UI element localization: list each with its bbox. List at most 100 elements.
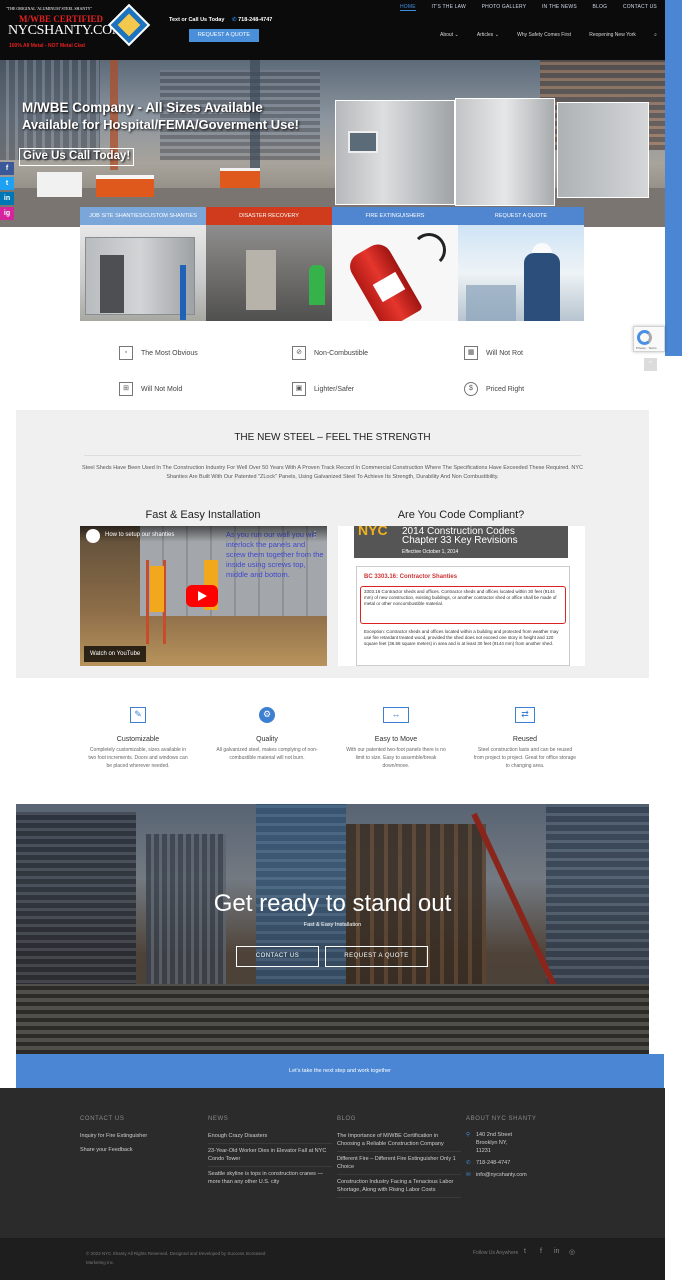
linkedin-icon[interactable]: in: [0, 192, 14, 205]
email-icon: ✉: [466, 1172, 471, 1178]
watch-on-youtube[interactable]: Watch on YouTube: [84, 646, 147, 662]
call-label: Text or Call Us Today: [169, 17, 225, 23]
twitter-icon[interactable]: t: [0, 177, 14, 190]
blog-link[interactable]: The Importance of M/WBE Certification in…: [337, 1129, 461, 1152]
service-tile-extinguishers[interactable]: FIRE EXTINGUISHERS: [332, 207, 458, 321]
news-link[interactable]: Enough Crazy Disasters: [208, 1129, 332, 1144]
news-link[interactable]: 23-Year-Old Worker Dies in Elevator Fall…: [208, 1144, 332, 1167]
more-icon[interactable]: ⋮: [311, 530, 319, 539]
nav-home[interactable]: HOME: [400, 4, 416, 11]
chevron-up-icon[interactable]: ⌃: [644, 358, 657, 371]
logo-tagline: "THE ORIGINAL 'ALUMINUM' STEEL SHANTY": [6, 6, 93, 11]
blog-link[interactable]: Construction Industry Facing a Tenacious…: [337, 1175, 461, 1198]
feature-label: Will Not Rot: [486, 349, 523, 357]
instagram-icon[interactable]: ◎: [569, 1248, 575, 1256]
nav-in-the-news[interactable]: IN THE NEWS: [542, 4, 577, 11]
feature-text: With our patented two-foot panels there …: [346, 747, 446, 769]
feature-title: Customizable: [116, 736, 160, 743]
dollar-icon: $: [464, 382, 478, 396]
page: "THE ORIGINAL 'ALUMINUM' STEEL SHANTY" M…: [0, 0, 682, 1280]
nav-contact-us[interactable]: CONTACT US: [623, 4, 657, 11]
top-nav: HOME IT'S THE LAW PHOTO GALLERY IN THE N…: [400, 4, 665, 11]
feature-label: Priced Right: [486, 385, 525, 393]
nav-about[interactable]: About ⌄: [440, 32, 459, 38]
nav-articles-label: Articles: [476, 32, 494, 38]
footer-link[interactable]: Inquiry for Fire Extinguisher: [80, 1129, 204, 1143]
video-title[interactable]: How to setup our shanties: [105, 532, 174, 538]
installation-video[interactable]: As you run our wall you will interlock t…: [80, 526, 327, 666]
code-effective: Effective October 1, 2014: [402, 549, 459, 555]
footer-phone[interactable]: ✆ 718-248-4747: [466, 1157, 590, 1169]
engineer: [524, 253, 560, 321]
hero-building: [160, 70, 320, 160]
nav-about-label: About: [440, 32, 454, 38]
feature-label: The Most Obvious: [141, 349, 198, 357]
channel-avatar[interactable]: [86, 529, 100, 543]
twitter-icon[interactable]: t: [524, 1248, 526, 1255]
contact-us-button[interactable]: CONTACT US: [236, 946, 319, 967]
header-phone[interactable]: 718-248-4747: [238, 17, 272, 23]
code-text: 3303.16 Contractor sheds and offices. Co…: [364, 589, 557, 606]
hallway: [246, 250, 276, 310]
nav-photo-gallery[interactable]: PHOTO GALLERY: [482, 4, 527, 11]
feature-non-combustible: ⊘ Non-Combustible: [292, 346, 368, 360]
hero-banner: M/WBE Company - All Sizes Available Avai…: [0, 60, 665, 227]
header-quote-button[interactable]: REQUEST A QUOTE: [189, 29, 259, 42]
blog-link[interactable]: Different Fire – Different Fire Extingui…: [337, 1152, 461, 1175]
footer-address: ⚲ 140 2nd Street Brooklyn NY, 11231: [466, 1129, 590, 1157]
service-tile-quote[interactable]: REQUEST A QUOTE: [458, 207, 584, 321]
address-line: Brooklyn NY,: [476, 1140, 508, 1146]
cta-subheading: Fast & Easy Installation: [303, 922, 362, 928]
linkedin-icon[interactable]: in: [554, 1248, 559, 1255]
nav-articles[interactable]: Articles ⌄: [477, 32, 499, 38]
map-pin-icon: ⚲: [466, 1132, 471, 1138]
nav-safety[interactable]: Why Safety Comes First: [517, 32, 571, 38]
call-info: Text or Call Us Today ✆ 718-248-4747: [169, 17, 272, 23]
installation-heading: Fast & Easy Installation: [145, 509, 261, 521]
hard-hat: [532, 243, 552, 253]
facebook-icon[interactable]: f: [0, 162, 14, 175]
pencil-icon: ✎: [130, 707, 146, 723]
site-header: "THE ORIGINAL 'ALUMINUM' STEEL SHANTY" M…: [0, 0, 665, 60]
feature-will-not-rot: ▦ Will Not Rot: [464, 346, 523, 360]
footer-heading: BLOG: [337, 1116, 357, 1122]
hero-barrier: [37, 172, 82, 197]
service-tile-label: REQUEST A QUOTE: [458, 207, 584, 225]
facebook-icon[interactable]: f: [540, 1248, 542, 1255]
news-link[interactable]: Seattle skyline is tops in construction …: [208, 1167, 332, 1189]
nav-its-the-law[interactable]: IT'S THE LAW: [431, 4, 465, 11]
shanty-door: [100, 255, 124, 313]
hero-call-button[interactable]: Give Us Call Today!: [19, 148, 135, 166]
service-tile-label: JOB SITE SHANTIES/CUSTOM SHANTIES: [80, 207, 206, 225]
logo-sub: 100% All Metal - NOT Metal Clad: [9, 43, 85, 49]
footer-link[interactable]: Share your Feedback: [80, 1143, 204, 1157]
shanty-photo: [80, 225, 206, 321]
phone-number: 718-248-4747: [476, 1160, 511, 1166]
service-tile-disaster[interactable]: DISASTER RECOVERY: [206, 207, 332, 321]
chevron-down-icon: ⌄: [454, 32, 459, 38]
feature-title: Reused: [512, 736, 538, 743]
nav-blog[interactable]: BLOG: [593, 4, 608, 11]
nav-reopening[interactable]: Reopening New York: [589, 32, 636, 38]
feature-title: Easy to Move: [374, 736, 418, 743]
request-quote-button[interactable]: REQUEST A QUOTE: [325, 946, 428, 967]
site-footer: CONTACT US Inquiry for Fire Extinguisher…: [0, 1088, 665, 1238]
site-logo[interactable]: "THE ORIGINAL 'ALUMINUM' STEEL SHANTY" M…: [6, 3, 152, 54]
gear-icon: ⚙: [259, 707, 275, 723]
mold-icon: ⊞: [119, 382, 133, 396]
instagram-icon[interactable]: ig: [0, 207, 14, 220]
footer-heading: CONTACT US: [80, 1116, 125, 1122]
recaptcha-badge[interactable]: Privacy · Terms: [633, 326, 665, 352]
footer-email[interactable]: ✉ info@nycshanty.com: [466, 1169, 590, 1181]
steel-paragraph: Steel Sheds Have Been Used In The Constr…: [82, 465, 583, 480]
footer-news: NEWS Enough Crazy Disasters 23-Year-Old …: [208, 1116, 332, 1189]
feature-reused: ⇄ Reused Steel construction lasts and ca…: [473, 707, 577, 770]
next-step-bar[interactable]: Let's take the next step and work togeth…: [16, 1054, 664, 1088]
footer-bottom: © 2023 NYC Shanty All Rights Reserved. D…: [0, 1238, 665, 1280]
feature-easy-to-move: ↔ Easy to Move With our patented two-foo…: [344, 707, 448, 770]
search-icon[interactable]: ⌕: [654, 32, 657, 38]
service-tile-job-site[interactable]: JOB SITE SHANTIES/CUSTOM SHANTIES: [80, 207, 206, 321]
lock-icon: ▣: [292, 382, 306, 396]
play-icon[interactable]: [186, 585, 218, 607]
feature-text: All galvanized steel, makes complying of…: [216, 747, 318, 761]
